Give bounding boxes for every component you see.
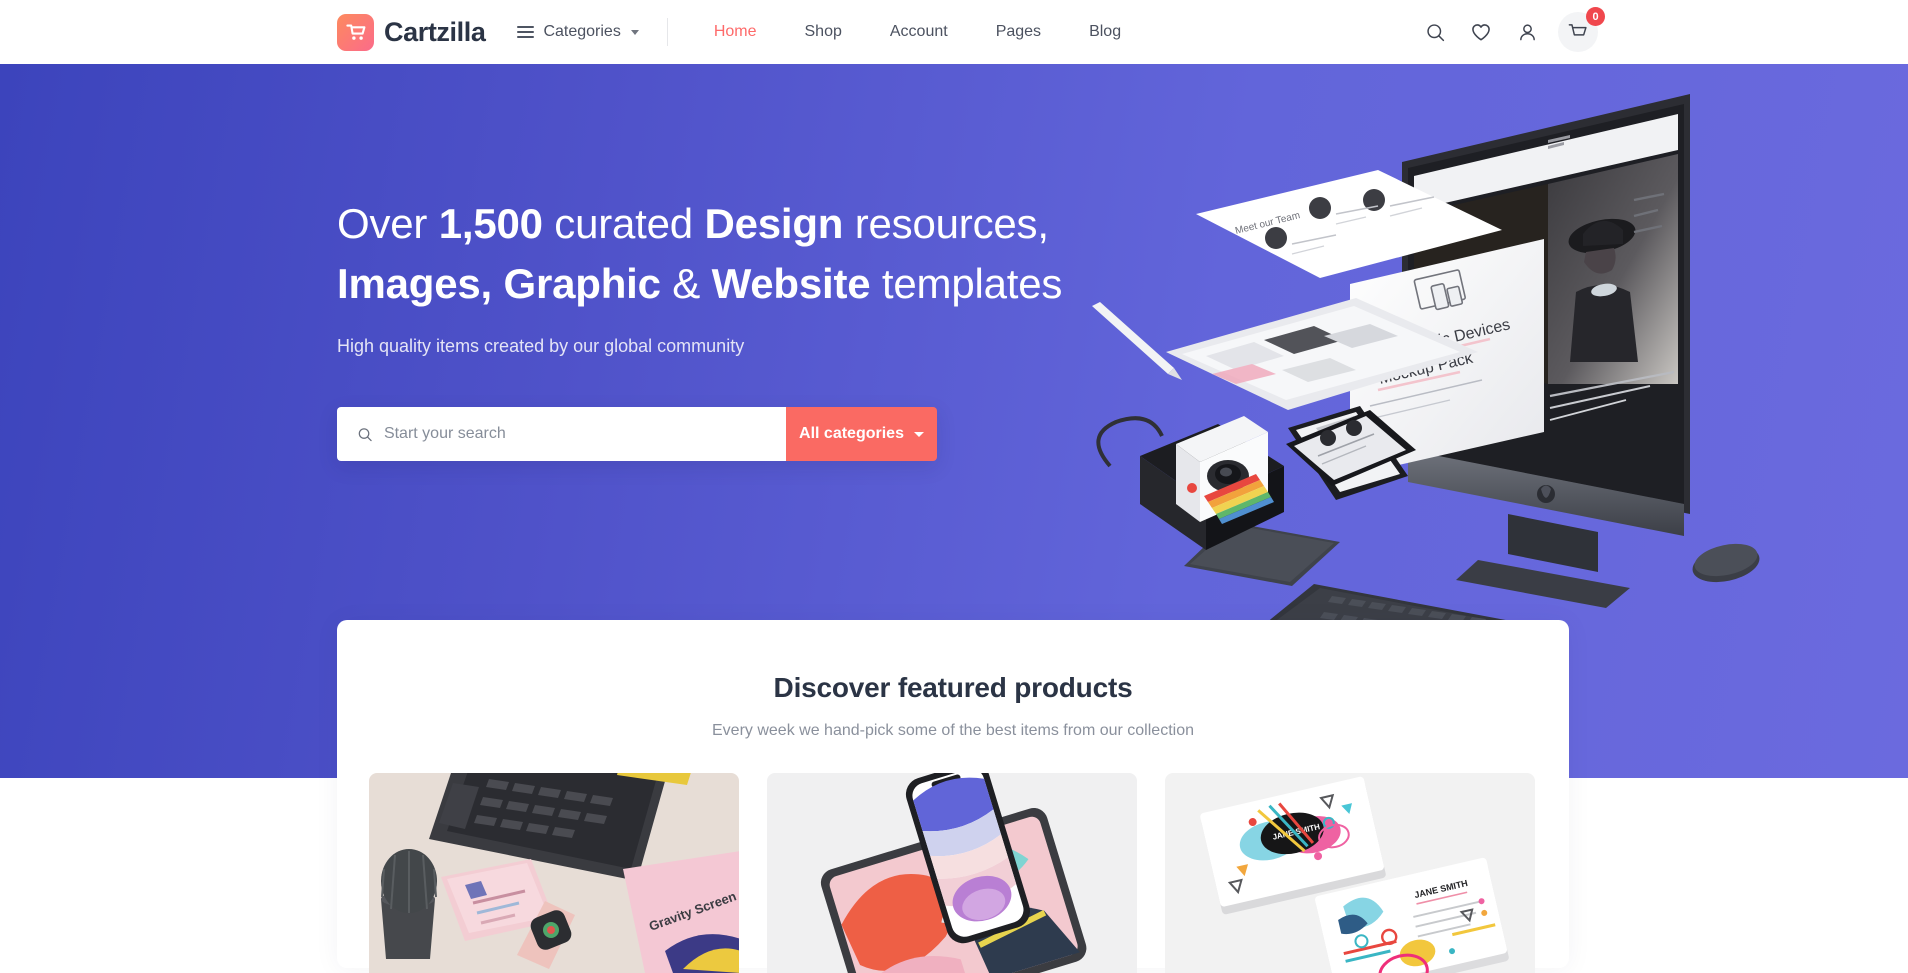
nav-link-pages[interactable]: Pages (972, 15, 1065, 49)
nav-link-account[interactable]: Account (866, 15, 972, 49)
product-grid: Gravity Screen JANE SMITH JANE SMITH (337, 773, 1569, 973)
featured-subheading: Every week we hand-pick some of the best… (712, 722, 1194, 739)
search-field-wrapper[interactable] (337, 407, 786, 461)
hero-title-amp: & (660, 260, 712, 307)
brand-name: Cartzilla (384, 16, 486, 47)
product-image-2 (767, 773, 1137, 973)
search-input[interactable] (383, 425, 786, 443)
user-icon (1519, 23, 1535, 40)
brand-logo[interactable]: Cartzilla (337, 13, 486, 51)
hero-title-templates: templates (870, 260, 1063, 307)
cart-count-badge: 0 (1586, 7, 1605, 26)
nav-link-shop[interactable]: Shop (781, 15, 866, 49)
featured-products-card: Discover featured products Every week we… (337, 620, 1569, 973)
hero-title-design: Design (704, 200, 844, 247)
chevron-down-icon (630, 29, 639, 35)
mouse (1692, 543, 1760, 583)
all-categories-dropdown[interactable]: All categories (786, 407, 937, 461)
hero-title-website: Website (711, 260, 871, 307)
hero-title-part-3: resources, (843, 200, 1049, 247)
hero-title-part-1: Over (337, 200, 439, 247)
hero-title-part-2: curated (542, 200, 705, 247)
hero-title-images-graphic: Images, Graphic (337, 260, 661, 307)
chevron-down-icon (913, 431, 924, 437)
search-button[interactable] (1412, 9, 1458, 55)
primary-nav: Home Shop Account Pages Blog (690, 15, 1145, 49)
search-icon (1426, 23, 1444, 41)
account-button[interactable] (1504, 9, 1550, 55)
categories-label: Categories (543, 23, 621, 40)
cart-icon (1568, 24, 1587, 36)
product-card-3[interactable]: JANE SMITH JANE SMITH (1165, 773, 1535, 973)
hero-content: Over 1,500 curated Design resources, Ima… (337, 194, 1097, 461)
product-card-1[interactable]: Gravity Screen (369, 773, 739, 973)
top-navbar: Cartzilla Categories Home Shop Account P… (0, 0, 1908, 64)
hero-heading: Over 1,500 curated Design resources, Ima… (337, 194, 1097, 314)
navbar-left-group: Cartzilla Categories Home Shop Account P… (337, 13, 1145, 51)
product-card-2[interactable] (767, 773, 1137, 973)
navbar-right-group: 0 (1412, 0, 1908, 64)
stylus-pen (1092, 302, 1182, 380)
navbar-divider (666, 18, 668, 46)
hero-title-count: 1,500 (438, 200, 543, 247)
product-image-3: JANE SMITH JANE SMITH (1165, 773, 1535, 973)
search-icon (358, 427, 372, 441)
nav-link-home[interactable]: Home (690, 15, 781, 49)
all-categories-label: All categories (799, 425, 904, 442)
heart-icon (1472, 24, 1490, 41)
wishlist-button[interactable] (1458, 9, 1504, 55)
nav-link-blog[interactable]: Blog (1065, 15, 1145, 49)
product-image-1: Gravity Screen (369, 773, 739, 973)
cart-button[interactable]: 0 (1558, 7, 1605, 52)
hamburger-icon (517, 26, 535, 38)
hero-subtitle: High quality items created by our global… (337, 336, 745, 356)
featured-heading: Discover featured products (773, 672, 1133, 703)
categories-menu-button[interactable]: Categories (513, 17, 642, 47)
shopping-cart-icon (337, 13, 374, 51)
hero-search-bar: All categories (337, 407, 937, 461)
